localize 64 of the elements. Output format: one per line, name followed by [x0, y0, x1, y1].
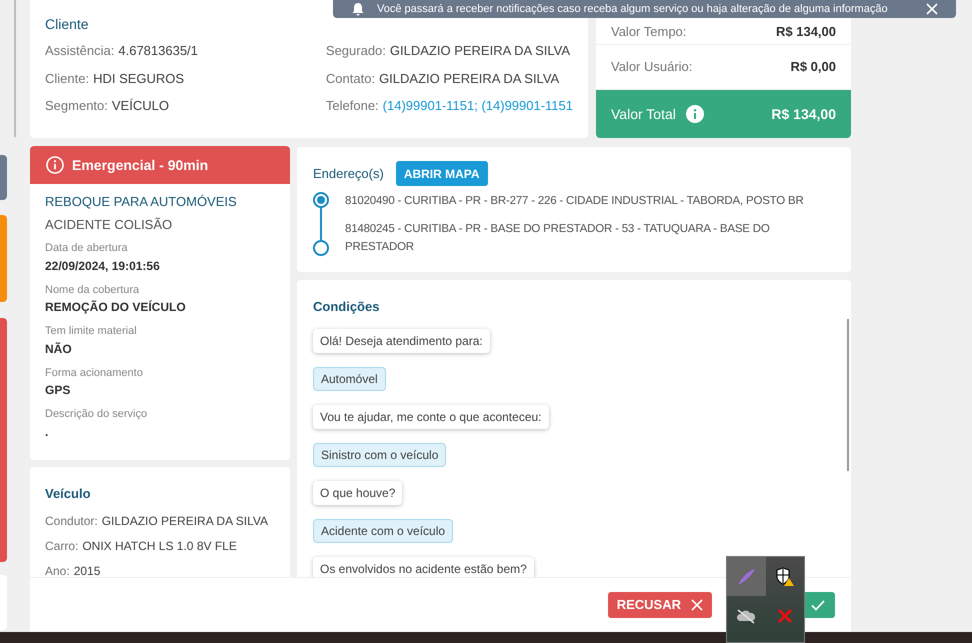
- field-label: Ano:: [45, 562, 70, 577]
- section-title: Veículo: [45, 485, 92, 503]
- check-icon: [810, 600, 824, 610]
- value-label: Valor Usuário:: [611, 58, 692, 76]
- field-label: Forma acionamento: [45, 366, 144, 380]
- field-value: REMOÇÃO DO VEÍCULO: [45, 299, 187, 316]
- answer-bubble: Automóvel: [313, 366, 386, 390]
- open-map-button[interactable]: ABRIR MAPA: [396, 161, 488, 186]
- close-icon: [691, 599, 703, 611]
- notification-text: Você passará a receber notificações caso receba algum serviço ou haja alteração de alguma informação: [377, 2, 888, 17]
- question-bubble: Vou te ajudar, me conte o que aconteceu:: [313, 404, 548, 428]
- service-title: REBOQUE PARA AUTOMÓVEIS: [45, 193, 238, 211]
- question-bubble: Olá! Deseja atendimento para:: [313, 328, 490, 352]
- field-label: Telefone:: [326, 97, 379, 115]
- field-value: NÃO: [45, 340, 73, 358]
- service-subtitle: ACIDENTE COLISÃO: [45, 216, 174, 234]
- info-icon[interactable]: [686, 105, 704, 123]
- phone-link[interactable]: (14)99901-1151; (14)99901-1151: [382, 96, 573, 116]
- shield-warning-icon[interactable]: [774, 566, 795, 586]
- side-tab[interactable]: [0, 155, 7, 200]
- field-label: Tem limite material: [45, 324, 138, 339]
- field-label: Nome da cobertura: [45, 282, 140, 298]
- scrollbar[interactable]: [847, 319, 849, 471]
- question-bubble: Os envolvidos no acidente estão bem?: [313, 556, 534, 577]
- field-label: Segurado:: [326, 42, 386, 60]
- field-value: GILDAZIO PEREIRA DA SILVA: [390, 42, 570, 60]
- field-label: Cliente:: [45, 70, 90, 88]
- field-value: GILDAZIO PEREIRA DA SILVA: [102, 512, 268, 530]
- feather-icon[interactable]: [736, 568, 756, 586]
- field-label: Carro:: [45, 538, 78, 554]
- field-value: VEÍCULO: [112, 97, 169, 115]
- total-label: Valor Total: [611, 104, 676, 124]
- field-label: Data de abertura: [45, 241, 129, 256]
- total-value: R$ 134,00: [771, 104, 836, 124]
- field-value: 22/09/2024, 19:01:56: [45, 258, 161, 274]
- field-value: ONIX HATCH LS 1.0 8V FLE: [82, 538, 237, 554]
- field-label: Segmento:: [45, 97, 108, 115]
- field-value: 2015: [74, 562, 100, 577]
- field-value: 4.67813635/1: [118, 42, 198, 60]
- field-label: Descrição do serviço: [45, 407, 148, 422]
- reject-button[interactable]: RECUSAR: [608, 592, 712, 618]
- value-amount: R$ 0,00: [790, 58, 836, 76]
- value-amount: R$ 134,00: [776, 22, 836, 40]
- cloud-off-icon[interactable]: [736, 608, 756, 624]
- answer-bubble: Sinistro com o veículo: [313, 442, 446, 466]
- value-label: Valor Tempo:: [611, 22, 686, 41]
- field-value: GILDAZIO PEREIRA DA SILVA: [379, 70, 560, 88]
- close-icon[interactable]: [926, 3, 938, 15]
- field-label: Condutor:: [45, 512, 98, 530]
- question-bubble: O que houve?: [313, 480, 402, 504]
- section-title: Cliente: [45, 15, 90, 34]
- bell-icon: [351, 2, 365, 16]
- section-title: Condições: [313, 298, 380, 316]
- address-text: 81020490 - CURITIBA - PR - BR-277 - 226 - CIDADE INDUSTRIAL - TABORDA, POSTO BR: [345, 194, 804, 209]
- address-text: 81480245 - CURITIBA - PR - BASE DO PRESTADOR - 53 - TATUQUARA - BASE DO PRESTADOR: [345, 222, 771, 255]
- priority-label: Emergencial - 90min: [72, 156, 208, 175]
- section-title: Endereço(s): [313, 164, 384, 183]
- info-icon: [46, 156, 64, 174]
- field-label: Assistência:: [45, 42, 114, 60]
- field-value: HDI SEGUROS: [93, 70, 184, 88]
- field-label: Contato:: [326, 70, 376, 88]
- answer-bubble: Acidente com o veículo: [313, 518, 454, 542]
- field-value: .: [45, 424, 50, 440]
- field-value: GPS: [45, 382, 72, 399]
